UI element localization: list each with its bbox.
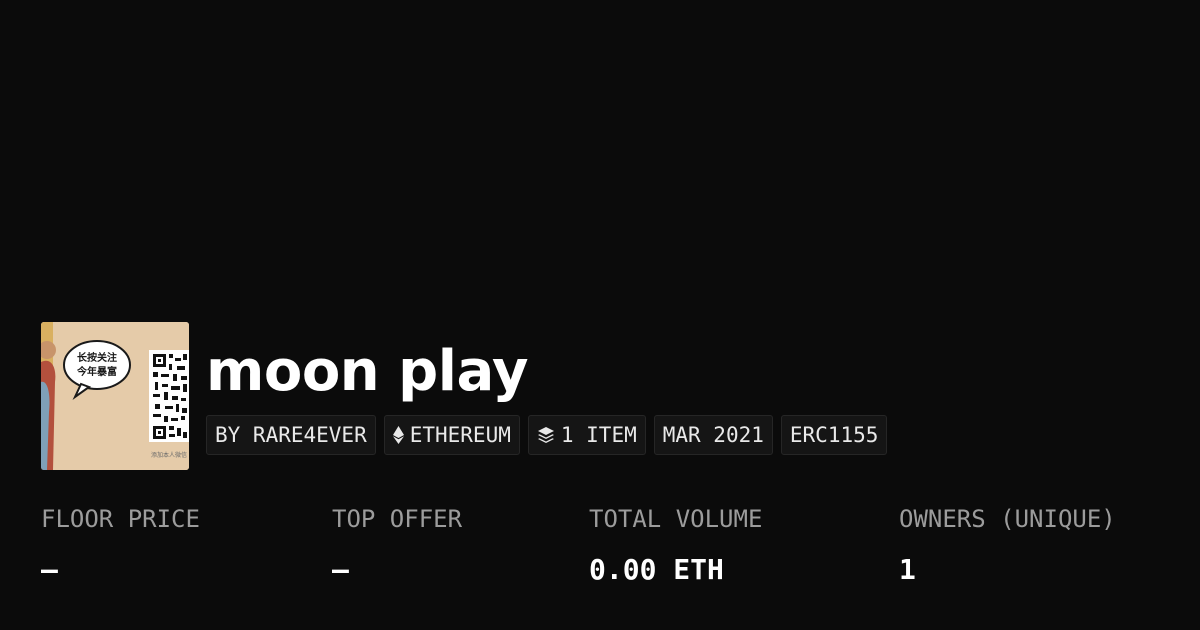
layers-icon — [537, 427, 554, 443]
date-label: MAR 2021 — [662, 423, 764, 447]
chain-label: ETHEREUM — [409, 423, 511, 447]
speech-line-1: 长按关注 — [77, 351, 117, 364]
creator-badge[interactable]: BY RARE4EVER — [206, 415, 376, 455]
items-label: 1 ITEM — [560, 423, 637, 447]
collection-thumbnail[interactable]: 长按关注 今年暴富 添加本人微信 — [41, 322, 189, 470]
thumbnail-caption: 添加本人微信 — [151, 451, 187, 459]
ethereum-icon — [392, 426, 404, 444]
items-badge[interactable]: 1 ITEM — [527, 415, 646, 455]
floor-price-value: – — [41, 553, 58, 586]
top-offer-label: TOP OFFER — [332, 505, 463, 533]
creator-label: BY RARE4EVER — [215, 423, 367, 447]
total-volume-label: TOTAL VOLUME — [589, 505, 763, 533]
date-badge: MAR 2021 — [653, 415, 773, 455]
collection-badges: BY RARE4EVER ETHEREUM 1 ITEM MAR 2021 ER… — [206, 415, 888, 455]
standard-badge: ERC1155 — [780, 415, 888, 455]
top-offer-value: – — [332, 553, 349, 586]
owners-label: OWNERS (UNIQUE) — [899, 505, 1116, 533]
qr-code-icon — [149, 350, 189, 442]
total-volume-value: 0.00 ETH — [589, 553, 724, 586]
collection-card: 长按关注 今年暴富 添加本人微信 moon play BY RARE4EVER … — [0, 0, 1200, 630]
standard-label: ERC1155 — [789, 423, 879, 447]
speech-line-2: 今年暴富 — [76, 365, 117, 378]
chain-badge[interactable]: ETHEREUM — [383, 415, 520, 455]
floor-price-label: FLOOR PRICE — [41, 505, 200, 533]
owners-value: 1 — [899, 553, 916, 586]
collection-title: moon play — [206, 339, 529, 404]
thumbnail-image: 长按关注 今年暴富 添加本人微信 — [41, 322, 189, 470]
